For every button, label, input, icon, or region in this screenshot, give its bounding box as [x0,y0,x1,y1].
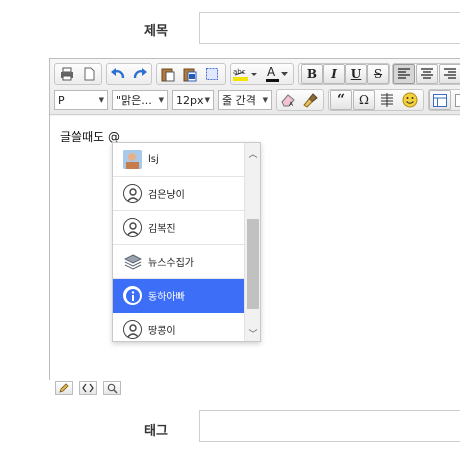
align-center-icon[interactable] [416,64,438,84]
mention-item[interactable]: 뉴스수집가 [113,245,245,279]
underline-button[interactable]: U [345,64,367,84]
font-color-icon[interactable]: A [262,64,290,84]
highlight-color-icon[interactable]: abc [231,64,259,84]
font-color-letter: A [267,65,276,79]
user-avatar-icon [123,320,142,339]
format-select-value: P [58,93,65,107]
chevron-down-icon: ▼ [98,96,104,104]
special-char-button[interactable]: Ω [353,90,375,110]
photo-avatar-icon [123,150,142,169]
format-painter-icon[interactable] [300,90,322,110]
image-icon[interactable] [451,90,460,110]
select-all-icon[interactable] [201,64,223,84]
undo-icon[interactable] [107,64,129,84]
align-left-icon[interactable] [393,64,415,84]
scroll-down-icon[interactable]: ﹀ [245,325,260,341]
edit-mode-icon[interactable] [55,381,73,395]
italic-button[interactable]: I [323,64,345,84]
paste-word-icon[interactable] [179,64,201,84]
eraser-icon[interactable]: A [277,90,299,110]
mention-item-label: 뉴스수집가 [148,258,194,269]
mention-item[interactable]: 검은냥이 [113,177,245,211]
tag-input[interactable] [199,410,460,442]
line-height-select-value: 줄 간격 [222,94,256,107]
scrollbar-thumb[interactable] [247,219,259,309]
html-mode-icon[interactable] [79,381,97,395]
scroll-up-icon[interactable]: ︿ [245,145,260,161]
mention-item-label: 검은냥이 [148,190,185,201]
line-height-select[interactable]: 줄 간격 ▼ [218,90,272,110]
mention-item-selected[interactable]: 동하아빠 [113,279,245,313]
editor-content-text: 글쓸때도 @ [60,130,120,144]
chevron-down-icon: ▼ [158,96,164,104]
mention-item-label: 동하아빠 [148,292,185,303]
redo-icon[interactable] [129,64,151,84]
mention-item-label: lsj [148,154,159,165]
align-right-icon[interactable] [439,64,460,84]
new-document-icon[interactable] [78,64,100,84]
mention-dropdown: lsj 검은냥이 김복진 뉴스수집가 동하아빠 땅콩이 ︿ ﹀ [112,142,261,342]
print-icon[interactable] [56,64,78,84]
mention-item[interactable]: 땅콩이 [113,313,245,341]
title-label: 제목 [144,24,168,39]
font-size-select[interactable]: 12px ▼ [172,90,214,110]
format-select[interactable]: P ▼ [54,90,108,110]
mention-item[interactable]: lsj [113,143,245,177]
tag-label: 태그 [144,424,168,439]
mention-item[interactable]: 김복진 [113,211,245,245]
bold-button[interactable]: B [301,64,323,84]
editor-toolbar: abc A B I U S P ▼ "맑은... ▼ 12px ▼ 줄 간격 ▼… [50,59,460,115]
font-size-select-value: 12px [176,93,204,107]
user-avatar-icon [123,218,142,237]
layers-icon [123,252,142,271]
title-input[interactable] [199,12,460,44]
user-avatar-icon [123,184,142,203]
blockquote-button[interactable]: “ [330,90,352,110]
mention-item-label: 김복진 [148,224,176,235]
font-family-select-value: "맑은... [116,94,152,107]
chevron-down-icon: ▼ [262,96,268,104]
font-family-select[interactable]: "맑은... ▼ [112,90,168,110]
paste-icon[interactable] [157,64,179,84]
info-icon [123,286,142,305]
chevron-down-icon: ▼ [204,96,210,104]
preview-mode-icon[interactable] [103,381,121,395]
mention-item-label: 땅콩이 [148,326,176,337]
svg-text:A: A [289,101,294,107]
strikethrough-button[interactable]: S [367,64,389,84]
emoticon-icon[interactable] [399,90,421,110]
dropdown-scrollbar[interactable]: ︿ ﹀ [244,143,260,341]
line-spacing-icon[interactable] [376,90,398,110]
table-icon[interactable] [429,90,451,110]
